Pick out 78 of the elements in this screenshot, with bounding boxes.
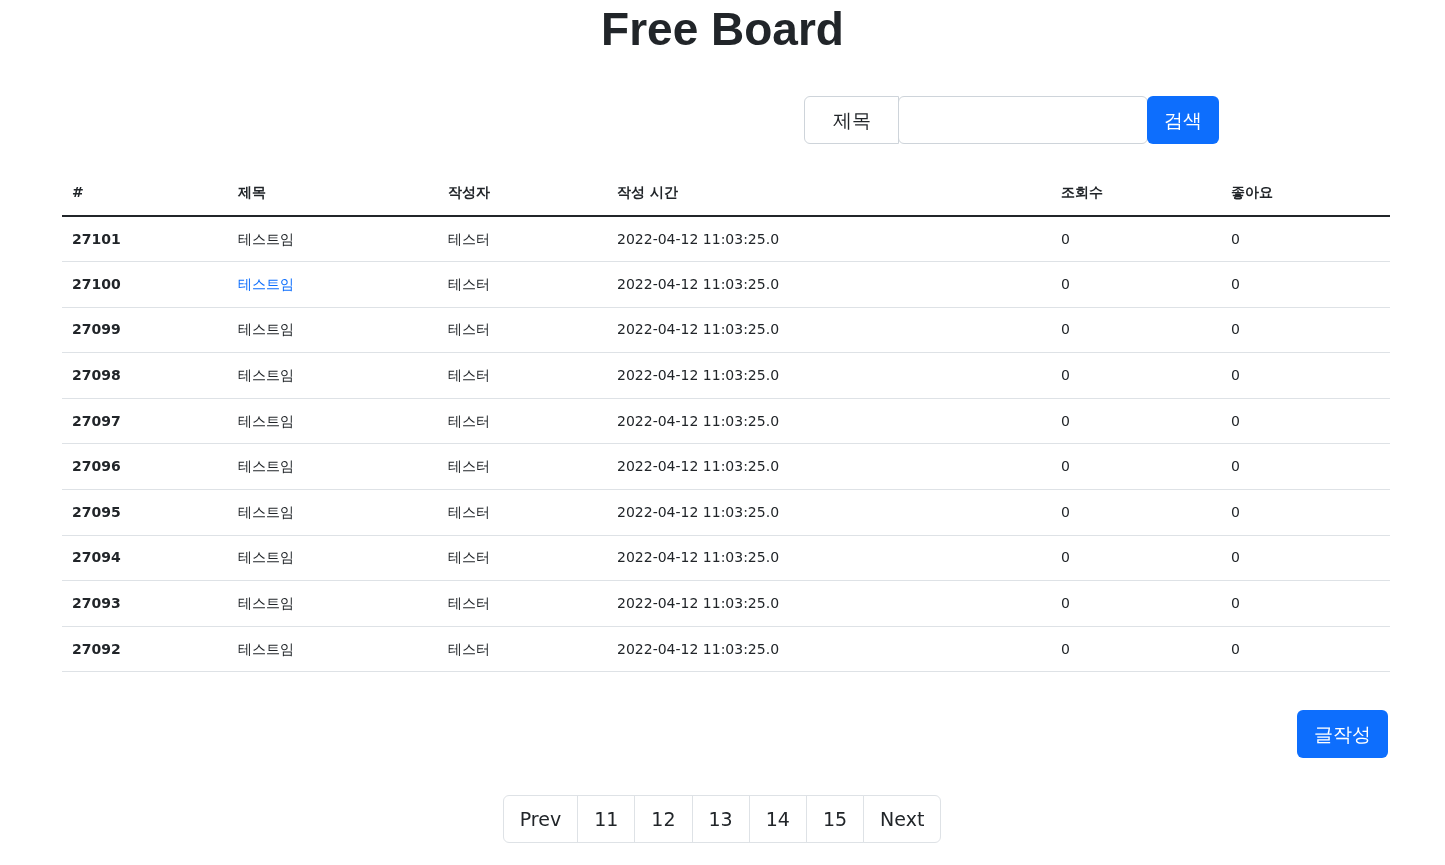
views-cell: 0	[1061, 321, 1070, 338]
post-title-link[interactable]: 테스트임	[238, 275, 294, 292]
views-cell: 0	[1061, 595, 1070, 612]
post-title-link[interactable]: 테스트임	[238, 458, 294, 475]
time-cell: 2022-04-12 11:03:25.0	[617, 367, 780, 384]
time-cell: 2022-04-12 11:03:25.0	[617, 321, 780, 338]
post-number: 27093	[72, 595, 121, 612]
time-cell: 2022-04-12 11:03:25.0	[617, 595, 780, 612]
column-header: 조회수	[1061, 184, 1103, 200]
author-cell: 테스터	[448, 595, 490, 612]
page-button[interactable]: 14	[748, 795, 807, 844]
time-cell: 2022-04-12 11:03:25.0	[617, 503, 780, 520]
time-cell: 2022-04-12 11:03:25.0	[617, 549, 780, 566]
search-button[interactable]: 검색	[1147, 96, 1219, 144]
search-field-label: 제목	[804, 96, 899, 144]
column-header: 제목	[238, 184, 266, 200]
time-cell: 2022-04-12 11:03:25.0	[617, 230, 780, 247]
write-button[interactable]: 글작성	[1297, 710, 1388, 759]
page-button[interactable]: 13	[691, 795, 750, 844]
time-cell: 2022-04-12 11:03:25.0	[617, 412, 780, 429]
page-button[interactable]: Next	[863, 795, 942, 844]
author-cell: 테스터	[448, 640, 490, 657]
post-number: 27095	[72, 503, 121, 520]
page-title: Free Board	[601, 6, 844, 52]
post-title-link[interactable]: 테스트임	[238, 230, 294, 247]
post-number: 27101	[72, 230, 121, 247]
column-header: 작성자	[448, 184, 490, 200]
likes-cell: 0	[1231, 503, 1240, 520]
author-cell: 테스터	[448, 549, 490, 566]
likes-cell: 0	[1231, 321, 1240, 338]
post-title-link[interactable]: 테스트임	[238, 367, 294, 384]
post-number: 27097	[72, 412, 121, 429]
views-cell: 0	[1061, 275, 1070, 292]
page-button[interactable]: 12	[634, 795, 693, 844]
views-cell: 0	[1061, 640, 1070, 657]
page-button[interactable]: 15	[805, 795, 865, 844]
post-title-link[interactable]: 테스트임	[238, 595, 294, 612]
views-cell: 0	[1061, 367, 1070, 384]
author-cell: 테스터	[448, 321, 490, 338]
views-cell: 0	[1061, 412, 1070, 429]
post-title-link[interactable]: 테스트임	[238, 412, 294, 429]
post-title-link[interactable]: 테스트임	[238, 549, 294, 566]
page-button[interactable]: Prev	[502, 795, 579, 844]
likes-cell: 0	[1231, 549, 1240, 566]
views-cell: 0	[1061, 458, 1070, 475]
post-number: 27092	[72, 640, 121, 657]
post-number: 27099	[72, 321, 121, 338]
column-header: #	[72, 184, 84, 200]
time-cell: 2022-04-12 11:03:25.0	[617, 275, 780, 292]
post-number: 27100	[72, 275, 121, 292]
likes-cell: 0	[1231, 230, 1240, 247]
views-cell: 0	[1061, 230, 1070, 247]
post-title-link[interactable]: 테스트임	[238, 321, 294, 338]
post-number: 27098	[72, 367, 121, 384]
search-field[interactable]	[898, 96, 1148, 144]
likes-cell: 0	[1231, 640, 1240, 657]
column-header: 작성 시간	[617, 184, 678, 200]
likes-cell: 0	[1231, 412, 1240, 429]
author-cell: 테스터	[448, 275, 490, 292]
author-cell: 테스터	[448, 503, 490, 520]
author-cell: 테스터	[448, 367, 490, 384]
page-button[interactable]: 11	[577, 795, 636, 844]
author-cell: 테스터	[448, 458, 490, 475]
post-number: 27094	[72, 549, 121, 566]
likes-cell: 0	[1231, 275, 1240, 292]
post-number: 27096	[72, 458, 121, 475]
views-cell: 0	[1061, 503, 1070, 520]
author-cell: 테스터	[448, 412, 490, 429]
post-title-link[interactable]: 테스트임	[238, 503, 294, 520]
time-cell: 2022-04-12 11:03:25.0	[617, 458, 780, 475]
likes-cell: 0	[1231, 367, 1240, 384]
time-cell: 2022-04-12 11:03:25.0	[617, 640, 780, 657]
post-title-link[interactable]: 테스트임	[238, 640, 294, 657]
column-header: 좋아요	[1231, 184, 1273, 200]
likes-cell: 0	[1231, 595, 1240, 612]
views-cell: 0	[1061, 549, 1070, 566]
likes-cell: 0	[1231, 458, 1240, 475]
author-cell: 테스터	[448, 230, 490, 247]
